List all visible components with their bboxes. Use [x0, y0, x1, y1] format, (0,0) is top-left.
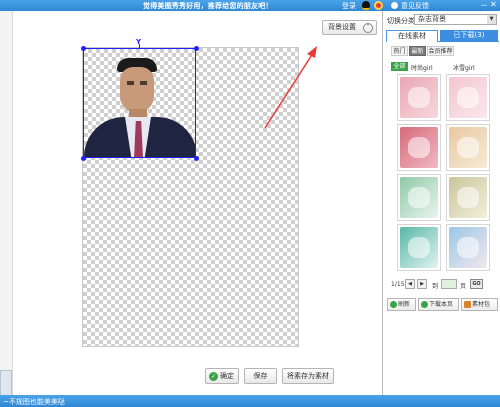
thumbnail-image	[449, 77, 487, 118]
thumbnail-image	[400, 77, 438, 118]
login-link[interactable]: 登录	[342, 1, 356, 11]
thumbnail[interactable]	[446, 74, 490, 121]
package-icon	[464, 301, 471, 308]
page-label: 页	[460, 283, 467, 290]
qq-icon[interactable]	[362, 1, 370, 10]
status-bar: ~不规图也能美美哒	[0, 395, 500, 407]
portrait-photo[interactable]	[83, 48, 196, 158]
resize-handle-top-right[interactable]	[194, 46, 199, 51]
refresh-label: 刷新	[398, 301, 411, 308]
prev-page-icon[interactable]: ◀	[405, 279, 415, 289]
material-tabs: 在线素材 已下载(3)	[386, 30, 499, 42]
filter-ice-girl[interactable]: 冰雪girl	[453, 63, 475, 72]
download-icon	[421, 301, 428, 308]
weibo-icon[interactable]	[374, 1, 383, 10]
filter-all[interactable]: 全部	[391, 62, 408, 71]
subtab-newest[interactable]: 最新	[409, 46, 426, 56]
resize-handle-top-left[interactable]	[81, 46, 86, 51]
rotate-handle-line	[139, 44, 140, 48]
background-settings-button[interactable]: 背景设置 ˅	[322, 20, 377, 35]
close-button[interactable]: ✕	[490, 0, 497, 9]
feedback-link[interactable]: 意见反馈	[401, 1, 429, 11]
filter-fashion-girl[interactable]: 时尚girl	[411, 63, 433, 72]
annotation-arrow-icon	[264, 46, 317, 129]
chevron-down-icon: ˅	[363, 23, 373, 33]
thumbnail[interactable]	[397, 174, 441, 221]
category-label: 切换分类	[387, 17, 415, 25]
ok-button[interactable]: ✓ 确定	[205, 368, 239, 384]
save-as-material-button[interactable]: 将素存为素材	[282, 368, 334, 384]
goto-label: 到	[432, 283, 439, 290]
thumbnail[interactable]	[397, 74, 441, 121]
minimize-button[interactable]: －	[480, 0, 488, 11]
tab-downloaded[interactable]: 已下载(3)	[440, 30, 498, 42]
promo-message[interactable]: 觉得美图秀秀好用，推荐给您的朋友吧！	[143, 1, 273, 11]
resize-handle-bottom-right[interactable]	[194, 156, 199, 161]
thumbnail-image	[400, 127, 438, 168]
dropdown-arrow-icon: ▼	[487, 15, 496, 24]
subtab-hot[interactable]: 热门	[391, 46, 408, 56]
title-bar: 觉得美图秀秀好用，推荐给您的朋友吧！ 登录 意见反馈 － ✕	[0, 0, 500, 11]
status-text: ~不规图也能美美哒	[3, 398, 65, 406]
resize-handle-bottom-left[interactable]	[81, 156, 86, 161]
refresh-icon	[390, 301, 397, 308]
next-page-icon[interactable]: ▶	[417, 279, 427, 289]
thumbnail[interactable]	[397, 124, 441, 171]
thumbnail-image	[449, 127, 487, 168]
thumbnail[interactable]	[446, 224, 490, 271]
refresh-button[interactable]: 刷新	[387, 298, 416, 311]
left-sidebar-tab[interactable]	[0, 370, 12, 396]
user-icon	[391, 2, 398, 9]
ok-button-label: 确定	[220, 372, 234, 380]
thumbnail[interactable]	[446, 124, 490, 171]
subtab-member[interactable]: 会员推荐	[427, 46, 454, 56]
pager: 1/15 ◀ ▶ 到 页 GO	[391, 279, 496, 291]
go-button[interactable]: GO	[470, 279, 483, 289]
left-sidebar	[0, 11, 13, 396]
check-icon: ✓	[209, 372, 218, 381]
download-page-button[interactable]: 下载本页	[418, 298, 459, 311]
photo-face	[120, 67, 154, 113]
thumbnail[interactable]	[397, 224, 441, 271]
save-button[interactable]: 保存	[244, 368, 277, 384]
tab-online-materials[interactable]: 在线素材	[386, 30, 438, 42]
panel-actions: 刷新 下载本页 素材包	[387, 298, 499, 312]
material-panel: 切换分类 杂志背景 ▼ 在线素材 已下载(3) 热门 最新 会员推荐 全部 时尚…	[382, 11, 500, 395]
category-select[interactable]: 杂志背景 ▼	[414, 14, 497, 25]
page-number-input[interactable]	[441, 279, 457, 289]
material-pack-label: 素材包	[472, 301, 491, 308]
category-value: 杂志背景	[418, 15, 446, 23]
material-pack-button[interactable]: 素材包	[461, 298, 498, 311]
thumbnail[interactable]	[446, 174, 490, 221]
thumbnail-image	[449, 227, 487, 268]
thumbnail-image	[400, 177, 438, 218]
thumbnail-image	[400, 227, 438, 268]
download-page-label: 下载本页	[429, 301, 454, 308]
page-info: 1/15	[391, 281, 405, 288]
background-settings-label: 背景设置	[328, 23, 356, 31]
thumbnail-image	[449, 177, 487, 218]
